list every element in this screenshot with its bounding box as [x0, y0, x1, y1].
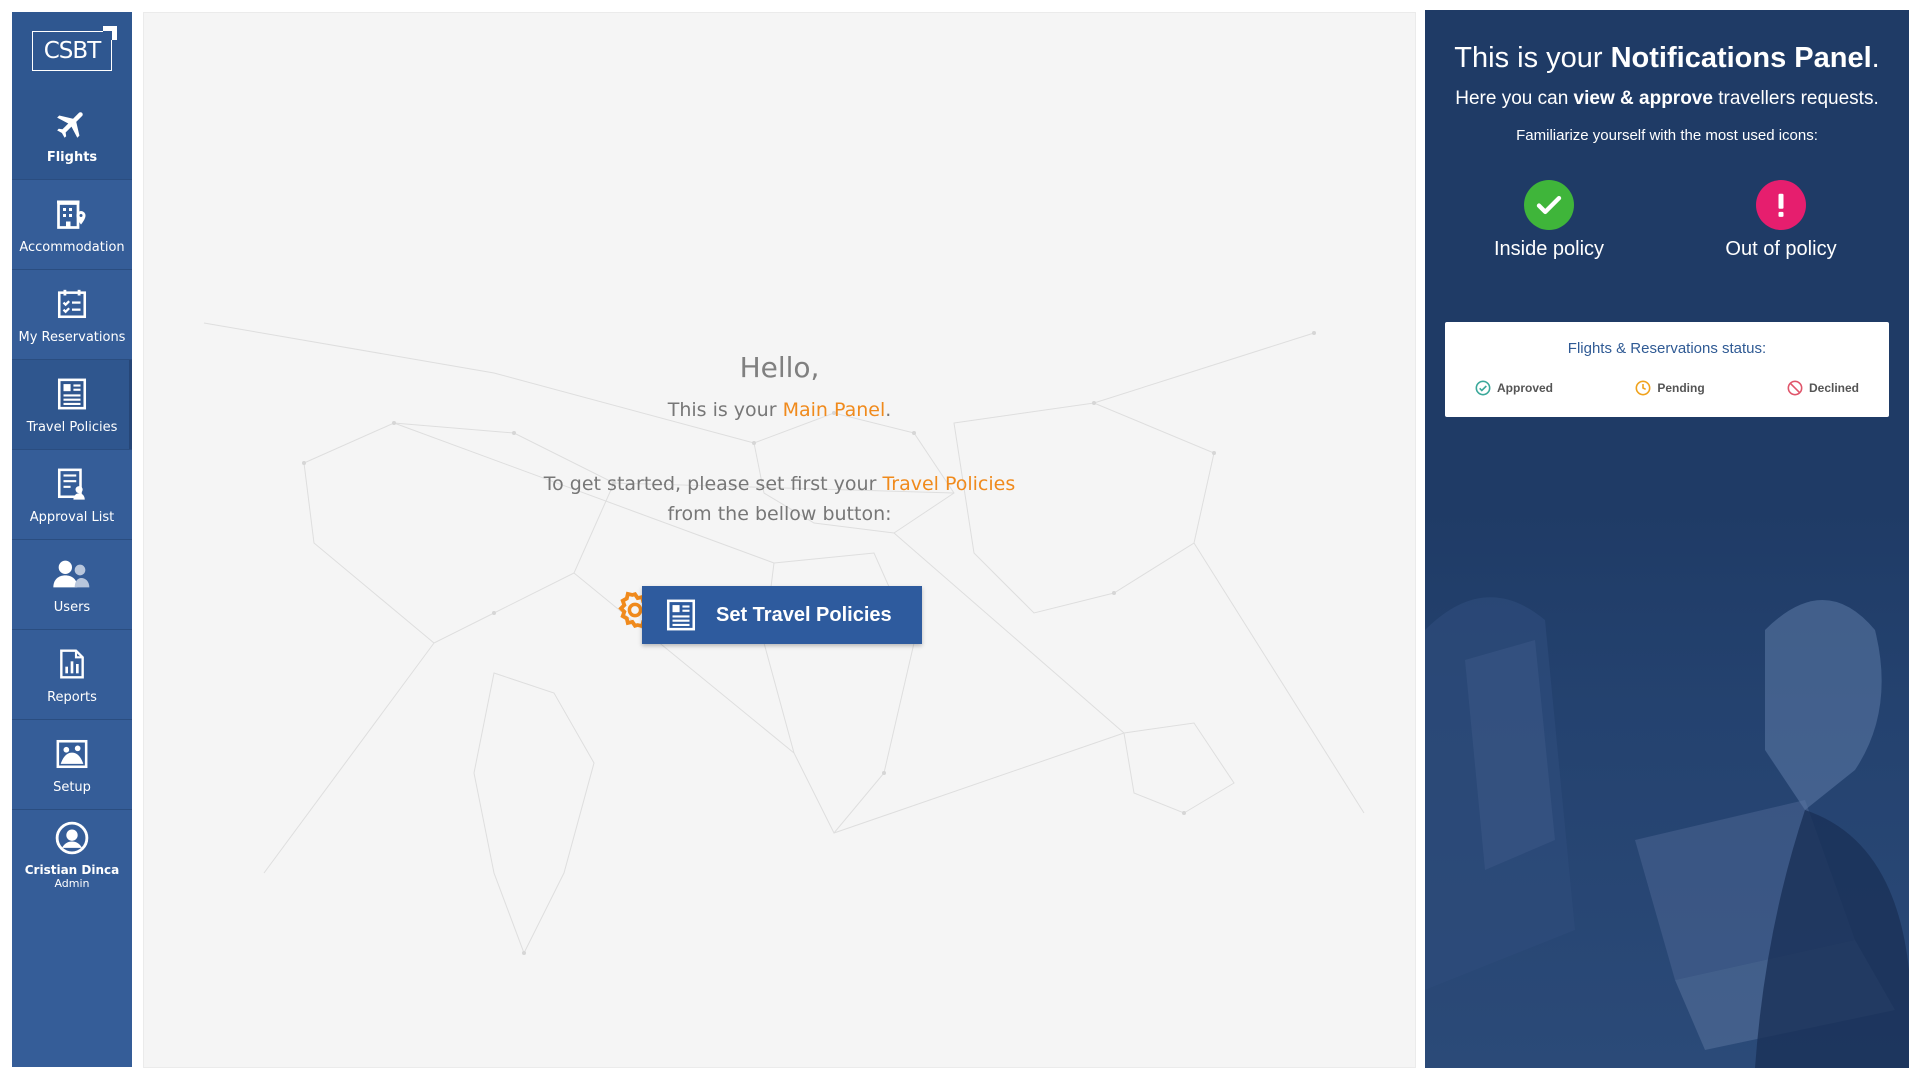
- sidebar-item-approval-list[interactable]: Approval List: [12, 450, 132, 540]
- declined-label: Declined: [1808, 381, 1859, 395]
- subtitle-bold: view & approve: [1573, 88, 1713, 109]
- reports-icon: [52, 644, 92, 684]
- title-suffix: .: [1871, 42, 1880, 74]
- sidebar-item-label: Users: [53, 600, 91, 615]
- user-avatar-icon: [55, 821, 89, 859]
- out-of-policy-label: Out of policy: [1725, 238, 1837, 260]
- out-of-policy-legend: Out of policy: [1691, 180, 1871, 261]
- inside-policy-legend: Inside policy: [1459, 180, 1639, 261]
- instruction-line2: from the bellow button:: [667, 503, 892, 525]
- declined-icon: [1787, 380, 1803, 396]
- familiarize-text: Familiarize yourself with the most used …: [1516, 127, 1818, 144]
- main-panel-link: Main Panel: [782, 399, 886, 421]
- csbt-logo: CSBT: [32, 26, 117, 71]
- intro-text: This is your Main Panel.: [144, 399, 1415, 421]
- subtitle-suffix: travellers requests.: [1712, 88, 1879, 109]
- hotel-icon: [52, 194, 92, 234]
- logo-text: CSBT: [43, 38, 101, 64]
- sidebar: CSBT Flights Accommodation My Reservatio…: [12, 12, 132, 1067]
- sidebar-item-my-reservations[interactable]: My Reservations: [12, 270, 132, 360]
- sidebar-item-label: Flights: [46, 150, 98, 165]
- sidebar-item-label: Travel Policies: [26, 420, 118, 435]
- main-panel: Hello, This is your Main Panel. To get s…: [143, 12, 1416, 1068]
- notifications-panel: This is your Notifications Panel. Here y…: [1425, 10, 1909, 1068]
- travel-policies-link[interactable]: Travel Policies: [882, 473, 1015, 495]
- sidebar-item-accommodation[interactable]: Accommodation: [12, 180, 132, 270]
- traveller-photo-background: [1425, 510, 1909, 1068]
- checkmark-icon: [1524, 180, 1574, 230]
- logo-area[interactable]: CSBT: [12, 12, 132, 90]
- inside-policy-label: Inside policy: [1493, 238, 1605, 260]
- instruction-prefix: To get started, please set first your: [543, 473, 883, 495]
- approved-icon: [1475, 380, 1491, 396]
- exclamation-icon: [1756, 180, 1806, 230]
- sidebar-item-label: Reports: [47, 690, 97, 705]
- sidebar-item-label: Accommodation: [19, 240, 125, 255]
- logo-corner: [103, 26, 117, 40]
- status-pending: Pending: [1635, 380, 1705, 396]
- title-bold: Notifications Panel: [1610, 42, 1872, 74]
- greeting: Hello,: [739, 351, 820, 384]
- clock-icon: [1635, 380, 1651, 396]
- sidebar-item-reports[interactable]: Reports: [12, 630, 132, 720]
- sidebar-item-flights[interactable]: Flights: [12, 90, 132, 180]
- sidebar-item-travel-policies[interactable]: Travel Policies: [12, 360, 132, 450]
- instruction-text: To get started, please set first your Tr…: [144, 469, 1415, 529]
- subtitle-prefix: Here you can: [1455, 88, 1574, 109]
- cta-label: Set Travel Policies: [716, 603, 892, 626]
- users-icon: [52, 554, 92, 594]
- status-legend-card: Flights & Reservations status: Approved …: [1445, 322, 1889, 417]
- intro-prefix: This is your: [667, 399, 783, 421]
- title-prefix: This is your: [1454, 42, 1611, 74]
- status-declined: Declined: [1787, 380, 1859, 396]
- airplane-icon: [52, 104, 92, 144]
- user-name: Cristian Dinca: [24, 862, 120, 877]
- sidebar-item-setup[interactable]: Setup: [12, 720, 132, 810]
- pending-label: Pending: [1657, 381, 1705, 395]
- notifications-subtitle: Here you can view & approve travellers r…: [1425, 88, 1909, 110]
- set-travel-policies-button[interactable]: Set Travel Policies: [642, 586, 922, 644]
- sidebar-item-label: Setup: [53, 780, 91, 795]
- policy-document-icon: [666, 599, 696, 631]
- status-row: Approved Pending Declined: [1475, 380, 1859, 396]
- notifications-title: This is your Notifications Panel.: [1425, 42, 1909, 75]
- sidebar-item-label: My Reservations: [18, 330, 126, 345]
- cta-group: Set Travel Policies: [614, 573, 934, 644]
- intro-suffix: .: [885, 399, 892, 421]
- status-title: Flights & Reservations status:: [1567, 340, 1767, 357]
- user-profile[interactable]: Cristian Dinca Admin: [12, 810, 132, 900]
- sidebar-item-label: Approval List: [29, 510, 115, 525]
- approved-label: Approved: [1497, 381, 1554, 395]
- sidebar-item-users[interactable]: Users: [12, 540, 132, 630]
- setup-icon: [52, 734, 92, 774]
- policy-document-icon: [52, 374, 92, 414]
- status-approved: Approved: [1475, 380, 1553, 396]
- calendar-check-icon: [52, 284, 92, 324]
- approval-list-icon: [52, 464, 92, 504]
- user-role: Admin: [54, 876, 90, 890]
